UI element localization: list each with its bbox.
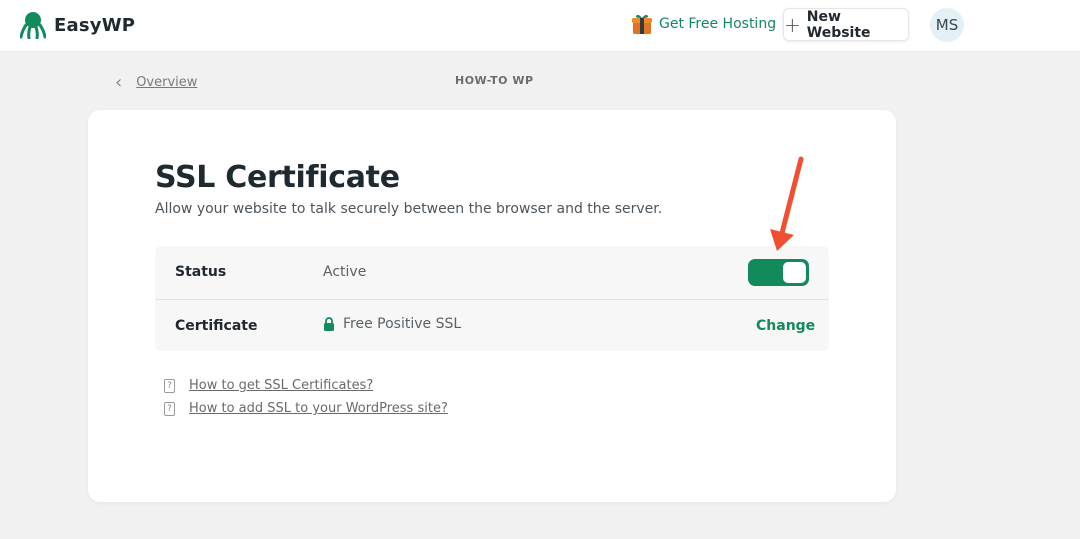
annotation-arrow-icon: [770, 156, 804, 251]
page-subtitle: Allow your website to talk securely betw…: [155, 201, 663, 217]
question-doc-icon: ?: [164, 378, 175, 393]
question-doc-icon: ?: [164, 401, 175, 416]
get-free-hosting-link[interactable]: Get Free Hosting: [631, 13, 776, 35]
site-name: HOW-TO WP: [455, 74, 534, 87]
row-divider: [155, 299, 829, 300]
help-link-item[interactable]: ? How to add SSL to your WordPress site?: [164, 401, 448, 416]
certificate-value-text: Free Positive SSL: [343, 316, 462, 332]
chevron-left-icon: ‹: [115, 72, 123, 93]
certificate-value: Free Positive SSL: [323, 316, 461, 332]
plus-icon: +: [784, 12, 801, 37]
overview-label: Overview: [136, 75, 198, 90]
page-title: SSL Certificate: [155, 160, 400, 195]
octopus-logo-icon: [20, 12, 46, 39]
help-link[interactable]: How to get SSL Certificates?: [189, 378, 373, 393]
avatar-initials: MS: [935, 16, 959, 34]
gift-icon: [632, 14, 652, 34]
help-link-item[interactable]: ? How to get SSL Certificates?: [164, 378, 373, 393]
ssl-status-toggle[interactable]: [748, 259, 809, 286]
brand[interactable]: EasyWP: [20, 11, 135, 39]
top-bar: EasyWP Get Free Hosting + New Website MS: [0, 0, 1080, 52]
lock-icon: [324, 317, 334, 331]
status-label: Status: [175, 264, 227, 280]
new-website-label: New Website: [806, 8, 871, 41]
get-free-hosting-label: Get Free Hosting: [659, 16, 777, 32]
new-website-button[interactable]: + New Website: [783, 8, 909, 41]
user-avatar[interactable]: MS: [930, 8, 964, 42]
brand-name: EasyWP: [54, 14, 136, 36]
help-link[interactable]: How to add SSL to your WordPress site?: [189, 401, 448, 416]
back-to-overview-link[interactable]: ‹ Overview: [115, 72, 197, 93]
status-value: Active: [323, 264, 367, 280]
change-certificate-button[interactable]: Change: [756, 318, 815, 334]
ssl-details-panel: Status Active Certificate Free Positive …: [155, 246, 829, 351]
toggle-knob: [783, 262, 806, 283]
certificate-label: Certificate: [175, 318, 258, 334]
